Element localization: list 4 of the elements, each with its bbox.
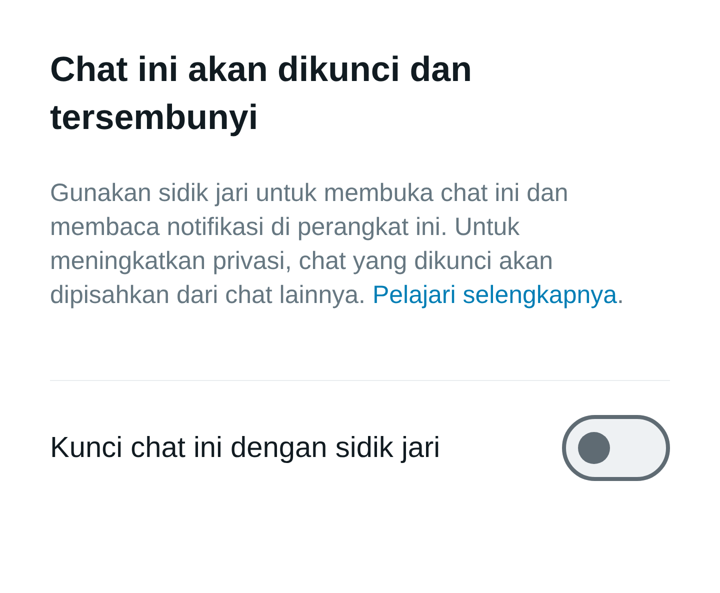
description-text: Gunakan sidik jari untuk membuka chat ini dan membaca notifikasi di perangkat ini. Untuk meningkatkan privasi, chat yang dikunci akan dipisahkan dari chat lainnya. Pelajari selengkapnya. (50, 178, 625, 311)
dialog-title: Chat ini akan dikunci dan tersembunyi (50, 49, 474, 139)
setting-label: Kunci chat ini dengan sidik jari (50, 432, 440, 464)
learn-more-link[interactable]: Pelajari selengkapnya (372, 281, 618, 309)
